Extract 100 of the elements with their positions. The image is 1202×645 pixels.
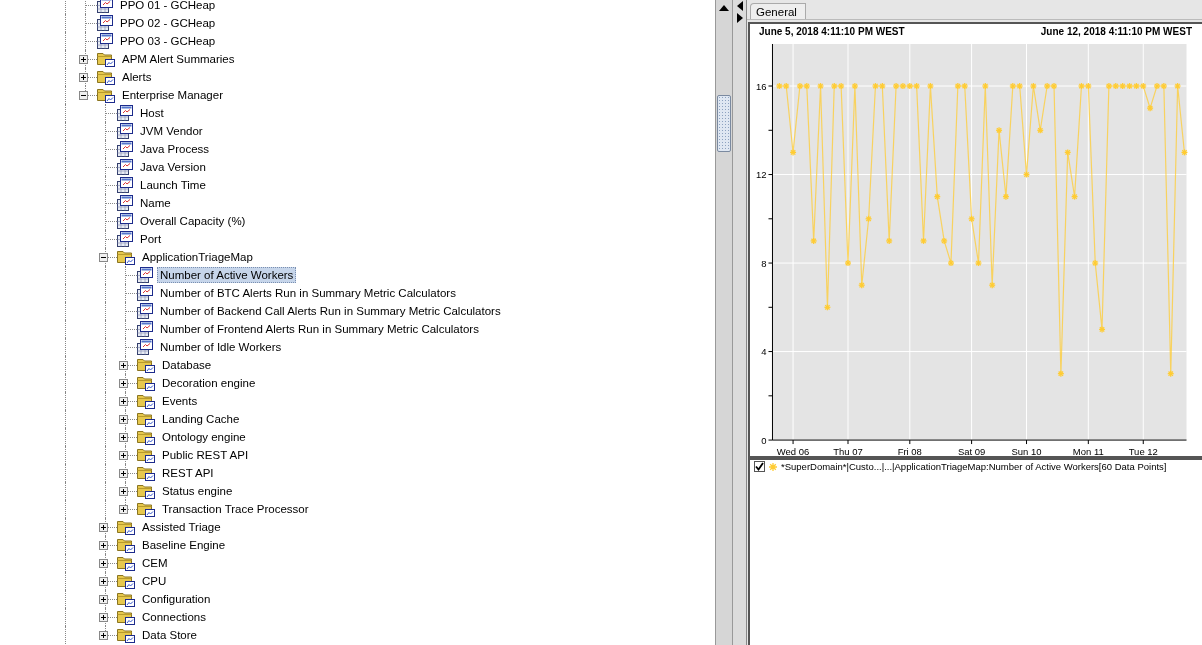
tree-item[interactable]: Name: [137, 195, 174, 211]
tree-item[interactable]: CPU: [139, 573, 170, 589]
tree-item[interactable]: Java Process: [137, 141, 213, 157]
x-tick-label: Thu 07: [833, 446, 863, 456]
data-point: [851, 82, 859, 90]
metric-chart-icon: [117, 105, 133, 121]
expand-toggle[interactable]: [99, 630, 108, 640]
expand-toggle[interactable]: [99, 558, 108, 568]
expand-toggle[interactable]: [119, 396, 128, 406]
tree-item[interactable]: Number of Frontend Alerts Run in Summary Metric Calculators: [157, 321, 482, 337]
tree-item[interactable]: Launch Time: [137, 177, 209, 193]
expand-right-arrow-icon[interactable]: [736, 13, 743, 23]
metric-chart-icon: [117, 231, 133, 247]
tab[interactable]: General: [750, 3, 806, 19]
scroll-thumb[interactable]: [717, 95, 731, 152]
expand-toggle[interactable]: [119, 378, 128, 388]
data-point: [981, 82, 989, 90]
tree-item[interactable]: Ontology engine: [159, 429, 249, 445]
folder-chart-icon: [117, 537, 135, 553]
data-point: [1173, 82, 1182, 90]
tree-item[interactable]: Number of Backend Call Alerts Run in Summary Metric Calculators: [157, 303, 504, 319]
data-point: [926, 82, 935, 90]
checkbox[interactable]: [754, 461, 765, 472]
tree-item[interactable]: Number of Active Workers: [157, 267, 297, 283]
metric-chart-icon: [117, 213, 133, 229]
data-point: [885, 237, 893, 245]
collapse-toggle[interactable]: [99, 252, 108, 262]
data-point: [1029, 82, 1038, 90]
tree-item[interactable]: APM Alert Summaries: [119, 51, 238, 67]
folder-chart-icon: [117, 573, 135, 589]
tree-item[interactable]: Assisted Triage: [139, 519, 224, 535]
tree-item[interactable]: Data Store: [139, 627, 200, 643]
start-time: June 5, 2018 4:11:10 PM WEST: [759, 26, 905, 39]
data-point: [947, 259, 955, 267]
tree-item[interactable]: Host: [137, 105, 167, 121]
tree-item[interactable]: Connections: [139, 609, 209, 625]
folder-chart-icon: [137, 375, 155, 391]
data-point: [844, 259, 852, 267]
metric-chart-icon: [117, 177, 133, 193]
tree-item[interactable]: Public REST API: [159, 447, 252, 463]
folder-chart-icon: [97, 87, 115, 103]
tree-item[interactable]: Baseline Engine: [139, 537, 229, 553]
data-point: [1022, 170, 1031, 179]
tree-item[interactable]: PPO 01 - GCHeap: [117, 0, 219, 13]
x-tick-label: Wed 06: [776, 446, 810, 456]
expand-toggle[interactable]: [119, 468, 128, 478]
expand-toggle[interactable]: [99, 522, 108, 532]
expand-toggle[interactable]: [79, 72, 88, 82]
tree-item[interactable]: JVM Vendor: [137, 123, 206, 139]
tree-item[interactable]: PPO 03 - GCHeap: [117, 33, 219, 49]
x-tick-label: Tue 12: [1128, 446, 1158, 456]
tree-item[interactable]: Java Version: [137, 159, 209, 175]
tree-item[interactable]: Decoration engine: [159, 375, 259, 391]
folder-chart-icon: [137, 465, 155, 481]
tree-item[interactable]: Overall Capacity (%): [137, 213, 249, 229]
expand-toggle[interactable]: [99, 540, 108, 550]
folder-chart-icon: [137, 357, 155, 373]
scroll-up-arrow-icon[interactable]: [719, 5, 729, 11]
folder-chart-icon: [117, 555, 135, 571]
tree-item[interactable]: Enterprise Manager: [119, 87, 226, 103]
tree-item[interactable]: Number of BTC Alerts Run in Summary Metric Calculators: [157, 285, 459, 301]
expand-toggle[interactable]: [119, 432, 128, 442]
expand-toggle[interactable]: [99, 612, 108, 622]
tree-item[interactable]: Port: [137, 231, 165, 247]
data-point: [823, 303, 832, 311]
expand-toggle[interactable]: [79, 54, 88, 64]
vertical-scrollbar[interactable]: [715, 0, 733, 645]
collapse-left-arrow-icon[interactable]: [736, 1, 743, 11]
folder-chart-icon: [117, 591, 135, 607]
data-point: [864, 215, 873, 223]
tree-item[interactable]: REST API: [159, 465, 217, 481]
series-marker-icon: [769, 462, 777, 471]
tree-item[interactable]: CEM: [139, 555, 171, 571]
data-point: [1057, 370, 1065, 378]
tree-item[interactable]: Number of Idle Workers: [157, 339, 285, 355]
expand-toggle[interactable]: [119, 450, 128, 460]
data-point: [988, 281, 996, 289]
tree-item[interactable]: Events: [159, 393, 201, 409]
expand-toggle[interactable]: [119, 486, 128, 496]
y-tick-label: 12: [755, 169, 767, 180]
expand-toggle[interactable]: [99, 594, 108, 604]
expand-toggle[interactable]: [119, 504, 128, 514]
data-point: [940, 237, 948, 245]
collapse-toggle[interactable]: [79, 90, 88, 100]
data-point: [974, 259, 983, 267]
tree-item[interactable]: Landing Cache: [159, 411, 243, 427]
expand-toggle[interactable]: [99, 576, 108, 586]
metric-chart-icon: [137, 285, 153, 301]
expand-toggle[interactable]: [119, 360, 128, 370]
x-tick-label: Sun 10: [1011, 446, 1042, 456]
tree-item[interactable]: ApplicationTriageMap: [139, 249, 256, 265]
expand-toggle[interactable]: [119, 414, 128, 424]
tree-item[interactable]: Configuration: [139, 591, 214, 607]
metric-chart-icon: [97, 33, 113, 49]
tree-item[interactable]: PPO 02 - GCHeap: [117, 15, 219, 31]
tree-item[interactable]: Database: [159, 357, 215, 373]
tree-item[interactable]: Status engine: [159, 483, 236, 499]
data-point: [919, 237, 928, 245]
tree-item[interactable]: Alerts: [119, 69, 155, 85]
tree-item[interactable]: Transaction Trace Processor: [159, 501, 312, 517]
